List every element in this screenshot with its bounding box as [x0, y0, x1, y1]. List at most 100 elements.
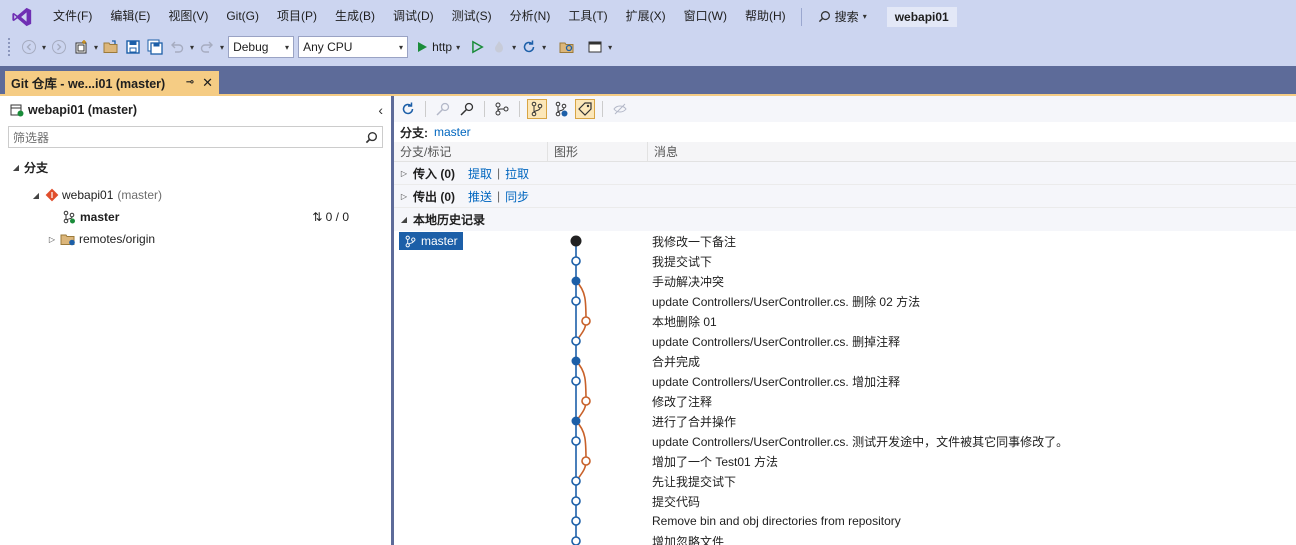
tab-git-repository[interactable]: Git 仓库 - we...i01 (master) ⊸ ✕ — [5, 71, 219, 94]
commit-row[interactable]: 手动解决冲突 — [394, 271, 1296, 291]
menu-analyze[interactable]: 分析(N) — [501, 0, 560, 33]
chevron-down-icon[interactable]: ▾ — [512, 43, 516, 52]
visual-studio-logo-icon[interactable] — [0, 0, 44, 33]
compare-commits-icon[interactable] — [433, 99, 453, 119]
menu-edit[interactable]: 编辑(E) — [101, 0, 159, 33]
sync-arrows-icon: ⇅ — [312, 210, 323, 224]
chevron-down-icon[interactable]: ▾ — [94, 43, 98, 52]
commit-row[interactable]: update Controllers/UserController.cs. 测试… — [394, 431, 1296, 451]
repository-branch: (master) — [117, 188, 163, 202]
current-branch-bar: 分支: master — [394, 122, 1296, 142]
menu-project[interactable]: 项目(P) — [268, 0, 326, 33]
commit-row[interactable]: 增加了一个 Test01 方法 — [394, 451, 1296, 471]
chevron-down-icon[interactable]: ▾ — [42, 43, 46, 52]
find-in-files-icon[interactable] — [558, 38, 576, 56]
branch-selector[interactable]: master — [434, 125, 471, 139]
redo-icon[interactable] — [198, 38, 216, 56]
menu-test[interactable]: 测试(S) — [443, 0, 501, 33]
start-without-debugging-icon[interactable] — [468, 38, 486, 56]
find-commit-icon[interactable] — [457, 99, 477, 119]
commit-row[interactable]: 进行了合并操作 — [394, 411, 1296, 431]
close-icon[interactable]: ✕ — [202, 75, 213, 91]
new-project-icon[interactable] — [72, 38, 90, 56]
chevron-down-icon[interactable]: ▾ — [220, 43, 224, 52]
local-history-label: 本地历史记录 — [413, 213, 486, 227]
head-branch-name: master — [421, 234, 458, 248]
commit-row[interactable]: 增加忽略文件 — [394, 531, 1296, 545]
tree-item-repository[interactable]: ◢ webapi01 (master) — [0, 184, 391, 206]
menu-tools[interactable]: 工具(T) — [559, 0, 616, 33]
menu-git[interactable]: Git(G) — [217, 0, 268, 33]
commit-row[interactable]: 先让我提交试下 — [394, 471, 1296, 491]
column-header-branch-tag[interactable]: 分支/标记 — [394, 141, 548, 162]
commit-row[interactable]: update Controllers/UserController.cs. 增加… — [394, 371, 1296, 391]
save-icon[interactable] — [124, 38, 142, 56]
menu-debug[interactable]: 调试(D) — [384, 0, 443, 33]
hot-reload-icon[interactable] — [490, 38, 508, 56]
menu-extensions[interactable]: 扩展(X) — [617, 0, 675, 33]
start-debugging-button[interactable]: http ▾ — [412, 40, 464, 54]
window-layout-icon[interactable] — [586, 38, 604, 56]
platform-value: Any CPU — [303, 40, 353, 54]
tree-item-remotes[interactable]: ▷ remotes/origin — [0, 228, 391, 250]
chevron-down-icon[interactable]: ▾ — [542, 43, 546, 52]
commit-row[interactable]: Remove bin and obj directories from repo… — [394, 511, 1296, 531]
show-local-branches-icon[interactable] — [527, 99, 547, 119]
commit-row[interactable]: 我提交试下 — [394, 251, 1296, 271]
search-button[interactable]: 搜索 ▾ — [808, 8, 877, 25]
commit-row[interactable]: update Controllers/UserController.cs. 删掉… — [394, 331, 1296, 351]
commit-message: 本地删除 01 — [652, 314, 717, 329]
configuration-select[interactable]: Debug ▾ — [228, 36, 295, 58]
search-label: 搜索 — [834, 10, 859, 24]
commit-row[interactable]: 我修改一下备注 — [394, 231, 1296, 251]
commit-row[interactable]: 合并完成 — [394, 351, 1296, 371]
toolbar-grip[interactable] — [8, 38, 12, 56]
search-icon — [818, 11, 830, 23]
show-remote-branches-icon[interactable] — [551, 99, 571, 119]
outgoing-section[interactable]: ▷ 传出 (0) 推送 | 同步 — [394, 185, 1296, 208]
branch-filter-input[interactable]: 筛选器 — [8, 126, 383, 148]
chevron-down-icon: ▾ — [285, 42, 290, 52]
document-tab-strip: Git 仓库 - we...i01 (master) ⊸ ✕ — [0, 66, 1296, 94]
navigate-back-icon[interactable] — [20, 38, 38, 56]
hide-icon[interactable] — [610, 99, 630, 119]
open-folder-icon[interactable] — [102, 38, 120, 56]
tree-item-branch-master[interactable]: master ⇅ 0 / 0 — [0, 206, 391, 228]
graph-options-icon[interactable] — [492, 99, 512, 119]
incoming-section[interactable]: ▷ 传入 (0) 提取 | 拉取 — [394, 162, 1296, 185]
pin-icon[interactable]: ⊸ — [186, 77, 194, 88]
expanded-triangle-icon: ◢ — [400, 215, 408, 224]
menu-file[interactable]: 文件(F) — [44, 0, 101, 33]
head-branch-tag[interactable]: master — [399, 232, 463, 250]
push-link[interactable]: 推送 — [468, 188, 492, 205]
collapse-panel-icon[interactable]: ‹ — [378, 102, 383, 118]
branches-section[interactable]: ◢ 分支 — [0, 156, 391, 178]
chevron-down-icon[interactable]: ▾ — [190, 43, 194, 52]
sync-link[interactable]: 同步 — [505, 188, 529, 205]
history-panel: 分支: master 分支/标记 图形 消息 ▷ 传入 (0) 提取 | 拉取 … — [394, 96, 1296, 545]
menu-view[interactable]: 视图(V) — [159, 0, 217, 33]
column-header-message[interactable]: 消息 — [648, 142, 1296, 162]
toolbar-overflow-icon[interactable]: ▾ — [608, 43, 612, 52]
menu-help[interactable]: 帮助(H) — [736, 0, 795, 33]
pull-link[interactable]: 拉取 — [505, 165, 529, 182]
show-tags-icon[interactable] — [575, 99, 595, 119]
commit-row[interactable]: 修改了注释 — [394, 391, 1296, 411]
fetch-link[interactable]: 提取 — [468, 165, 492, 182]
commit-row[interactable]: update Controllers/UserController.cs. 删除… — [394, 291, 1296, 311]
refresh-icon[interactable] — [398, 99, 418, 119]
save-all-icon[interactable] — [146, 38, 164, 56]
menu-build[interactable]: 生成(B) — [326, 0, 384, 33]
platform-select[interactable]: Any CPU ▾ — [298, 36, 409, 58]
navigate-forward-icon[interactable] — [50, 38, 68, 56]
refresh-icon[interactable] — [520, 38, 538, 56]
history-column-headers: 分支/标记 图形 消息 — [394, 141, 1296, 162]
column-header-graph[interactable]: 图形 — [548, 141, 648, 162]
menu-window[interactable]: 窗口(W) — [675, 0, 736, 33]
toolbar-separator — [602, 101, 603, 117]
undo-icon[interactable] — [168, 38, 186, 56]
commit-row[interactable]: 本地删除 01 — [394, 311, 1296, 331]
local-history-section[interactable]: ◢ 本地历史记录 — [394, 208, 1296, 231]
commit-row[interactable]: 提交代码 — [394, 491, 1296, 511]
collapsed-triangle-icon: ▷ — [400, 191, 408, 201]
